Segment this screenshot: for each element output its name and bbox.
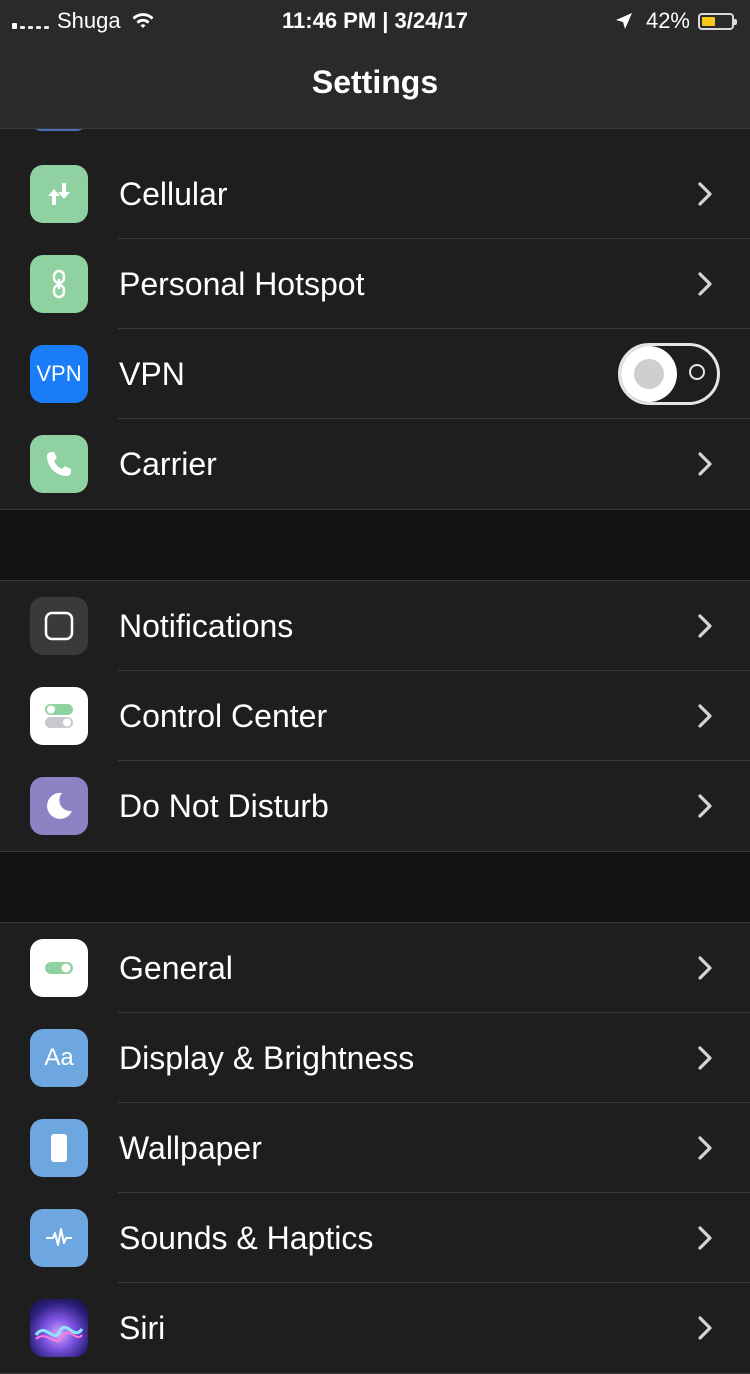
settings-row-siri[interactable]: Siri <box>0 1283 750 1373</box>
row-label: Personal Hotspot <box>119 266 365 302</box>
vpn-icon-text: VPN <box>36 361 82 386</box>
wallpaper-icon <box>30 1119 88 1177</box>
settings-row-carrier[interactable]: Carrier <box>0 419 750 509</box>
chevron-right-icon <box>698 956 712 980</box>
chevron-right-icon <box>698 1316 712 1340</box>
battery-percent: 42% <box>645 8 690 33</box>
settings-row-cellular[interactable]: Cellular <box>0 149 750 239</box>
row-label: Cellular <box>119 176 228 212</box>
signal-strength-icon <box>12 13 49 29</box>
row-label: Notifications <box>119 608 294 644</box>
wifi-icon <box>132 13 154 28</box>
hotspot-icon <box>30 255 88 313</box>
chevron-right-icon <box>698 452 712 476</box>
settings-row-general[interactable]: General <box>0 923 750 1013</box>
settings-group-notifications: Notifications Control Center Do Not Dist… <box>0 580 750 852</box>
row-label: Carrier <box>119 446 217 482</box>
display-icon: Aa <box>30 1029 88 1087</box>
navigation-bar: Settings <box>0 40 750 129</box>
row-label: Sounds & Haptics <box>119 1220 374 1256</box>
carrier-name: Shuga <box>57 8 121 33</box>
row-label: Siri <box>119 1310 166 1346</box>
status-bar-left: Shuga <box>12 8 155 34</box>
settings-row-wallpaper[interactable]: Wallpaper <box>0 1103 750 1193</box>
chevron-right-icon <box>698 182 712 206</box>
settings-row-do-not-disturb[interactable]: Do Not Disturb <box>0 761 750 851</box>
page-title: Settings <box>311 64 439 100</box>
sound-icon <box>30 1209 88 1267</box>
settings-row-notifications[interactable]: Notifications <box>0 581 750 671</box>
location-arrow-icon <box>615 13 632 29</box>
control-center-icon <box>30 687 88 745</box>
cellular-icon <box>30 165 88 223</box>
chevron-right-icon <box>698 1046 712 1070</box>
chevron-right-icon <box>698 614 712 638</box>
row-label: Wallpaper <box>119 1130 262 1166</box>
phone-icon <box>30 435 88 493</box>
section-gap <box>0 852 750 922</box>
chevron-right-icon <box>698 1226 712 1250</box>
settings-row-display-brightness[interactable]: Aa Display & Brightness <box>0 1013 750 1103</box>
status-bar: Shuga 11:46 PM | 3/24/17 42% <box>0 0 750 40</box>
settings-row-control-center[interactable]: Control Center <box>0 671 750 761</box>
row-label: VPN <box>119 356 185 392</box>
row-label: General <box>119 950 233 986</box>
settings-row-sounds-haptics[interactable]: Sounds & Haptics <box>0 1193 750 1283</box>
vpn-icon: VPN <box>30 345 88 403</box>
battery-icon <box>698 12 737 30</box>
status-bar-right: 42% <box>614 8 737 34</box>
general-icon <box>30 939 88 997</box>
settings-group-connectivity: Cellular Personal Hotspot VPN VPN Carrie… <box>0 149 750 510</box>
settings-group-general: General Aa Display & Brightness Wallpape… <box>0 922 750 1374</box>
notifications-icon <box>30 597 88 655</box>
chevron-right-icon <box>698 1136 712 1160</box>
row-label: Do Not Disturb <box>119 788 329 824</box>
chevron-right-icon <box>698 794 712 818</box>
row-label: Display & Brightness <box>119 1040 415 1076</box>
display-icon-text: Aa <box>44 1044 74 1071</box>
moon-icon <box>30 777 88 835</box>
settings-list: Cellular Personal Hotspot VPN VPN Carrie… <box>0 129 750 1374</box>
settings-row-vpn: VPN VPN <box>0 329 750 419</box>
vpn-toggle[interactable] <box>618 343 720 405</box>
section-gap <box>0 510 750 580</box>
siri-icon <box>30 1299 88 1357</box>
chevron-right-icon <box>698 272 712 296</box>
chevron-right-icon <box>698 704 712 728</box>
row-label: Control Center <box>119 698 328 734</box>
settings-row-personal-hotspot[interactable]: Personal Hotspot <box>0 239 750 329</box>
